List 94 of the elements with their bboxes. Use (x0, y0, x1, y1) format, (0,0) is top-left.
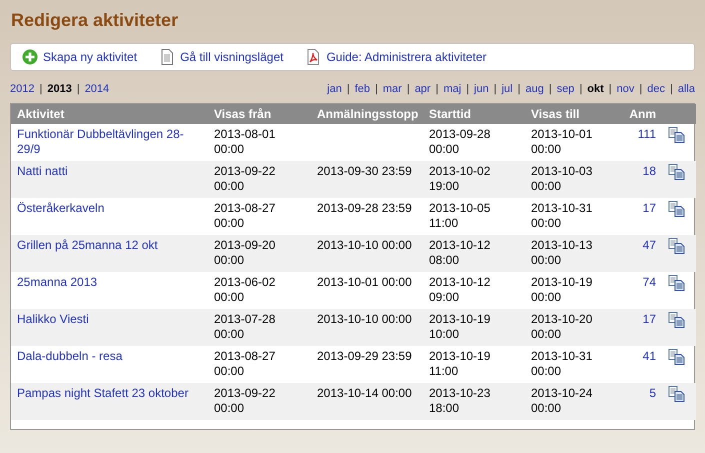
signup-count[interactable]: 17 (642, 312, 656, 326)
table-cell: 2013-09-22 00:00 (214, 386, 276, 415)
month-link[interactable]: okt (587, 83, 604, 95)
separator: | (579, 83, 582, 95)
table-cell: 2013-10-10 00:00 (317, 312, 412, 326)
toolbar-link[interactable]: Guide: Administrera aktiviteter (305, 49, 487, 65)
separator: | (436, 83, 438, 95)
table-cell: 2013-10-01 00:00 (531, 127, 592, 156)
table-cell: 2013-10-12 09:00 (429, 275, 490, 304)
table-cell: 2013-10-05 11:00 (429, 201, 490, 230)
month-link[interactable]: jan (327, 83, 342, 95)
signup-count[interactable]: 5 (649, 386, 656, 400)
table-cell: 2013-07-28 00:00 (214, 312, 276, 341)
separator: | (406, 83, 410, 95)
month-link[interactable]: alla (678, 83, 695, 95)
activity-link[interactable]: Österåkerkaveln (17, 201, 202, 216)
activity-link[interactable]: 25manna 2013 (17, 275, 202, 290)
signup-count[interactable]: 41 (642, 349, 656, 363)
table-cell: 2013-10-19 11:00 (429, 349, 490, 378)
table-cell: 2013-08-01 00:00 (214, 127, 276, 156)
table-cell: 2013-10-20 00:00 (531, 312, 592, 341)
toolbar-link[interactable]: Skapa ny aktivitet (22, 49, 138, 65)
month-link[interactable]: jun (474, 83, 489, 95)
year-link[interactable]: 2014 (84, 83, 110, 95)
table-cell: 2013-09-30 23:59 (317, 164, 412, 178)
table-cell: 2013-09-22 00:00 (214, 164, 276, 193)
separator: | (346, 83, 350, 95)
table-cell: 2013-10-24 00:00 (531, 386, 592, 415)
table-cell: 2013-10-14 00:00 (317, 386, 412, 400)
column-header: Anm (622, 104, 662, 124)
toolbar-link[interactable]: Gå till visningsläget (159, 49, 284, 65)
separator: | (670, 83, 673, 95)
table-cell: 2013-10-31 00:00 (531, 201, 592, 230)
column-header: Aktivitet (11, 104, 208, 124)
separator: | (518, 83, 520, 95)
table-cell: 2013-09-29 23:59 (317, 349, 412, 363)
table-cell: 2013-06-02 00:00 (214, 275, 276, 304)
pdf-document-icon (305, 49, 322, 65)
column-header: Starttid (423, 104, 525, 124)
table-cell: 2013-10-02 19:00 (429, 164, 490, 193)
table-cell: 2013-10-13 00:00 (531, 238, 592, 267)
activity-link[interactable]: Dala-dubbeln - resa (17, 349, 202, 364)
column-header: Visas till (525, 104, 622, 124)
separator: | (639, 83, 642, 95)
page-title: Redigera aktiviteter (11, 9, 180, 31)
signup-count[interactable]: 111 (638, 127, 656, 141)
copy-icon[interactable] (668, 349, 686, 365)
table-cell: 2013-10-03 00:00 (531, 164, 592, 193)
copy-icon[interactable] (668, 275, 686, 291)
signup-count[interactable]: 74 (642, 275, 656, 289)
signup-count[interactable]: 47 (642, 238, 656, 252)
table-cell: 2013-09-20 00:00 (214, 238, 276, 267)
table-cell: 2013-08-27 00:00 (214, 349, 276, 378)
separator: | (466, 83, 470, 95)
copy-icon[interactable] (668, 201, 686, 217)
month-link[interactable]: mar (382, 83, 402, 95)
separator: | (608, 83, 612, 95)
table-cell: 2013-10-19 00:00 (531, 275, 592, 304)
document-icon (159, 49, 176, 65)
table-cell: 2013-10-23 18:00 (429, 386, 490, 415)
separator: | (76, 83, 80, 95)
separator: | (39, 83, 42, 95)
activity-link[interactable]: Funktionär Dubbeltävlingen 28-29/9 (17, 127, 202, 157)
month-link[interactable]: nov (616, 83, 634, 95)
copy-icon[interactable] (668, 386, 686, 402)
month-link[interactable]: apr (414, 83, 431, 95)
table-cell: 2013-10-01 00:00 (317, 275, 412, 289)
month-link[interactable]: aug (525, 83, 544, 95)
month-link[interactable]: jul (502, 83, 513, 95)
separator: | (375, 83, 378, 95)
table-cell: 2013-08-27 00:00 (214, 201, 276, 230)
table-cell: 2013-09-28 23:59 (317, 201, 412, 215)
signup-count[interactable]: 18 (642, 164, 656, 178)
separator: | (494, 83, 497, 95)
copy-icon[interactable] (668, 238, 686, 254)
table-cell: 2013-10-31 00:00 (531, 349, 592, 378)
column-header: Anmälningsstopp (311, 104, 423, 124)
month-link[interactable]: sep (556, 83, 574, 95)
table-cell: 2013-10-19 10:00 (429, 312, 490, 341)
table-cell: 2013-09-28 00:00 (429, 127, 490, 156)
signup-count[interactable]: 17 (642, 201, 656, 215)
column-header: Visas från (208, 104, 311, 124)
month-link[interactable]: dec (647, 83, 666, 95)
plus-circle-icon (22, 49, 38, 65)
month-link[interactable]: maj (443, 83, 462, 95)
table-cell: 2013-10-12 08:00 (429, 238, 490, 267)
year-link[interactable]: 2013 (47, 83, 72, 95)
table-cell: 2013-10-10 00:00 (317, 238, 412, 252)
copy-icon[interactable] (668, 164, 686, 180)
separator: | (548, 83, 552, 95)
copy-icon[interactable] (668, 127, 686, 143)
month-link[interactable]: feb (354, 83, 370, 95)
copy-icon[interactable] (668, 312, 686, 328)
year-link[interactable]: 2012 (10, 83, 34, 95)
